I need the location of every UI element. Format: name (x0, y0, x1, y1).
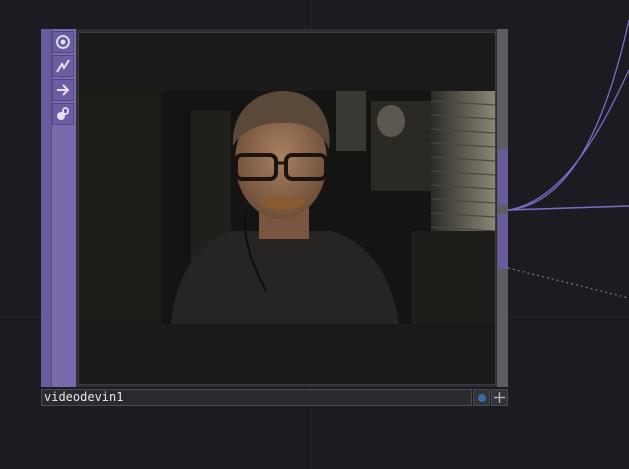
output-wire-dotted (507, 267, 629, 299)
bypass-flag-button[interactable] (52, 55, 74, 77)
bypass-lightning-icon (56, 59, 70, 73)
webcam-frame-image (81, 91, 495, 324)
viewer-flag-button[interactable] (52, 31, 74, 53)
output-connector-1[interactable] (498, 150, 508, 205)
output-connector-2[interactable] (498, 214, 508, 269)
export-flag-button[interactable] (52, 79, 74, 101)
video-preview (81, 91, 495, 324)
export-arrow-icon (57, 84, 70, 96)
lock-icon (57, 107, 69, 120)
node-move-button[interactable] (491, 389, 508, 406)
blue-dot-icon (477, 393, 486, 402)
node-name-label[interactable]: videodevin1 (41, 389, 472, 406)
output-connector-bar (497, 29, 508, 387)
output-wire-2 (507, 69, 629, 211)
crosshair-icon (494, 392, 505, 403)
node-status-button[interactable] (473, 389, 490, 406)
output-wire-1 (507, 19, 629, 211)
viewer-target-icon (56, 35, 70, 49)
node-viewer[interactable] (78, 32, 496, 385)
lock-flag-button[interactable] (52, 103, 74, 125)
